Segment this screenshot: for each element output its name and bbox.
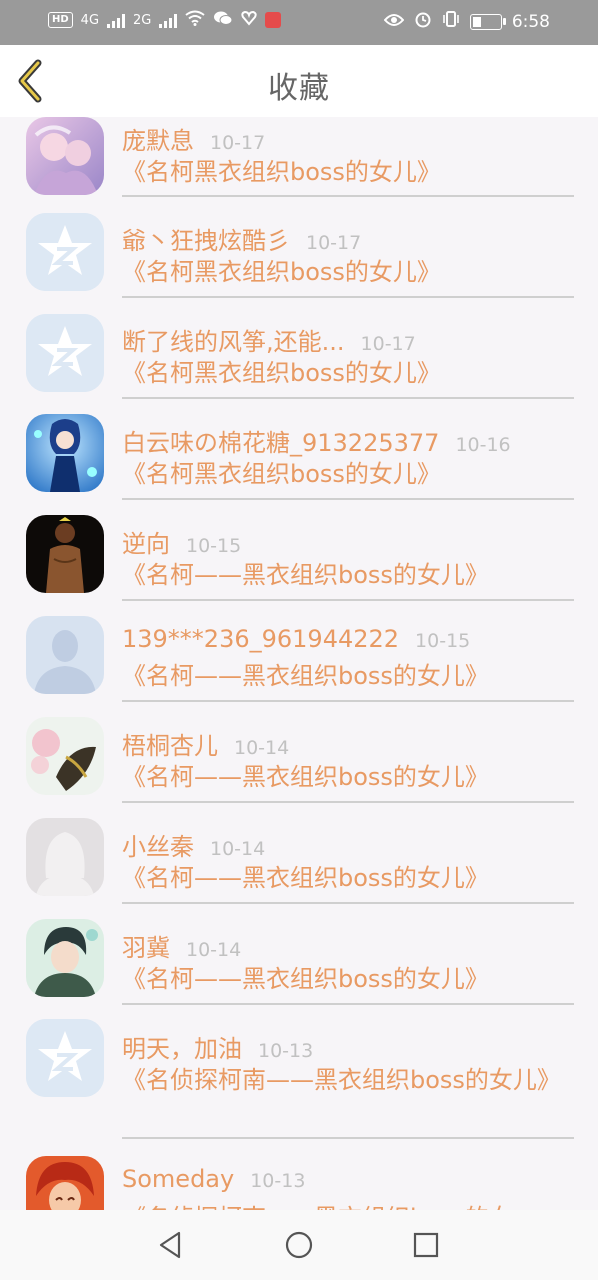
user-name: 断了线的风筝,还能... [122, 328, 345, 356]
divider [122, 700, 574, 702]
clock-time: 6:58 [511, 11, 550, 32]
avatar [26, 314, 104, 392]
user-name: 139***236_961944222 [122, 625, 400, 653]
divider [122, 801, 574, 803]
avatar [26, 1019, 104, 1097]
nav-recents-button[interactable] [410, 1229, 442, 1261]
user-name: Someday [122, 1165, 235, 1193]
date-label: 10-14 [186, 939, 242, 961]
qzone-star-icon [26, 213, 104, 291]
avatar [26, 515, 104, 593]
page-title: 收藏 [268, 71, 330, 106]
date-label: 10-17 [210, 132, 266, 154]
divider [122, 498, 574, 500]
date-label: 10-15 [415, 630, 471, 652]
story-title[interactable]: 《名侦探柯南——黑衣组织boss的女 [122, 1201, 574, 1210]
avatar [26, 1156, 104, 1210]
divider [122, 397, 574, 399]
user-name: 白云味の棉花糖_913225377 [122, 429, 440, 457]
date-label: 10-15 [186, 535, 242, 557]
divider [122, 296, 574, 298]
date-label: 10-14 [210, 838, 266, 860]
story-title[interactable]: 《名柯黑衣组织boss的女儿》 [122, 155, 574, 190]
wechat-icon [213, 10, 233, 30]
avatar [26, 414, 104, 492]
divider [122, 1003, 574, 1005]
user-name: 小丝秦 [122, 833, 194, 861]
avatar [26, 717, 104, 795]
qzone-star-icon [26, 314, 104, 392]
nav-home-button[interactable] [283, 1229, 315, 1261]
story-title[interactable]: 《名柯——黑衣组织boss的女儿》 [122, 659, 574, 694]
wifi-icon [185, 10, 206, 30]
story-title[interactable]: 《名柯——黑衣组织boss的女儿》 [122, 760, 574, 795]
alarm-icon [414, 10, 432, 33]
list-item[interactable]: 爺丶狂拽炫酷彡 10-17 《名柯黑衣组织boss的女儿》 [0, 213, 598, 318]
date-label: 10-13 [258, 1040, 314, 1062]
user-name: 爺丶狂拽炫酷彡 [122, 227, 290, 255]
default-female-avatar-icon [26, 818, 104, 896]
story-title[interactable]: 《名柯——黑衣组织boss的女儿》 [122, 558, 574, 593]
list-item[interactable]: 白云味の棉花糖_913225377 10-16 《名柯黑衣组织boss的女儿》 [0, 414, 598, 520]
list-item[interactable]: 梧桐杏儿 10-14 《名柯——黑衣组织boss的女儿》 [0, 717, 598, 823]
user-name: 庞默息 [122, 127, 194, 155]
avatar [26, 919, 104, 997]
vibrate-icon [442, 10, 460, 33]
story-title[interactable]: 《名柯——黑衣组织boss的女儿》 [122, 861, 574, 896]
square-recents-icon [413, 1232, 439, 1258]
list-item[interactable]: 逆向 10-15 《名柯——黑衣组织boss的女儿》 [0, 515, 598, 621]
divider [122, 902, 574, 904]
user-name: 羽冀 [122, 934, 170, 962]
date-label: 10-17 [360, 333, 416, 355]
network-2g-label: 2G [133, 12, 152, 28]
triangle-back-icon [159, 1231, 181, 1259]
avatar [26, 117, 104, 195]
story-title[interactable]: 《名柯黑衣组织boss的女儿》 [122, 356, 574, 391]
story-title[interactable]: 《名柯黑衣组织boss的女儿》 [122, 457, 574, 492]
user-name: 逆向 [122, 530, 170, 558]
network-4g-label: 4G [80, 12, 100, 28]
signal-icon [107, 12, 126, 28]
story-title[interactable]: 《名侦探柯南——黑衣组织boss的女儿》 [122, 1063, 574, 1098]
status-bar: HD 4G 2G 6:58 [0, 0, 598, 45]
list-item[interactable]: 庞默息 10-17 《名柯黑衣组织boss的女儿》 [0, 117, 598, 218]
favorites-list: 庞默息 10-17 《名柯黑衣组织boss的女儿》 爺丶狂拽炫酷彡 10-17 … [0, 117, 598, 1210]
divider [122, 195, 574, 197]
story-title[interactable]: 《名柯——黑衣组织boss的女儿》 [122, 962, 574, 997]
list-item[interactable]: 羽冀 10-14 《名柯——黑衣组织boss的女儿》 [0, 919, 598, 1025]
list-item[interactable]: 明天，加油 10-13 《名侦探柯南——黑衣组织boss的女儿》 [0, 1019, 598, 1161]
list-item[interactable]: 断了线的风筝,还能... 10-17 《名柯黑衣组织boss的女儿》 [0, 314, 598, 419]
hd-indicator: HD [48, 12, 73, 28]
nav-back-button[interactable] [155, 1229, 187, 1261]
date-label: 10-17 [306, 232, 362, 254]
heart-shield-icon [241, 10, 258, 30]
eye-icon [383, 12, 405, 32]
date-label: 10-13 [250, 1170, 306, 1192]
list-item[interactable]: 小丝秦 10-14 《名柯——黑衣组织boss的女儿》 [0, 818, 598, 924]
avatar [26, 213, 104, 291]
battery-icon [469, 13, 506, 30]
avatar [26, 616, 104, 694]
avatar [26, 818, 104, 896]
app-header: 收藏 [0, 45, 598, 117]
notification-icon [265, 12, 282, 28]
story-title[interactable]: 《名柯黑衣组织boss的女儿》 [122, 255, 574, 290]
qzone-star-icon [26, 1019, 104, 1097]
divider [122, 599, 574, 601]
list-item[interactable]: Someday 10-13 《名侦探柯南——黑衣组织boss的女 [0, 1156, 598, 1210]
user-name: 明天，加油 [122, 1035, 242, 1063]
user-name: 梧桐杏儿 [122, 732, 218, 760]
circle-home-icon [285, 1231, 313, 1259]
default-male-avatar-icon [26, 616, 104, 694]
date-label: 10-16 [455, 434, 511, 456]
date-label: 10-14 [234, 737, 290, 759]
signal-2-icon [159, 12, 178, 28]
divider [122, 1137, 574, 1139]
list-item[interactable]: 139***236_961944222 10-15 《名柯——黑衣组织boss的… [0, 616, 598, 722]
system-nav-bar [0, 1210, 598, 1280]
